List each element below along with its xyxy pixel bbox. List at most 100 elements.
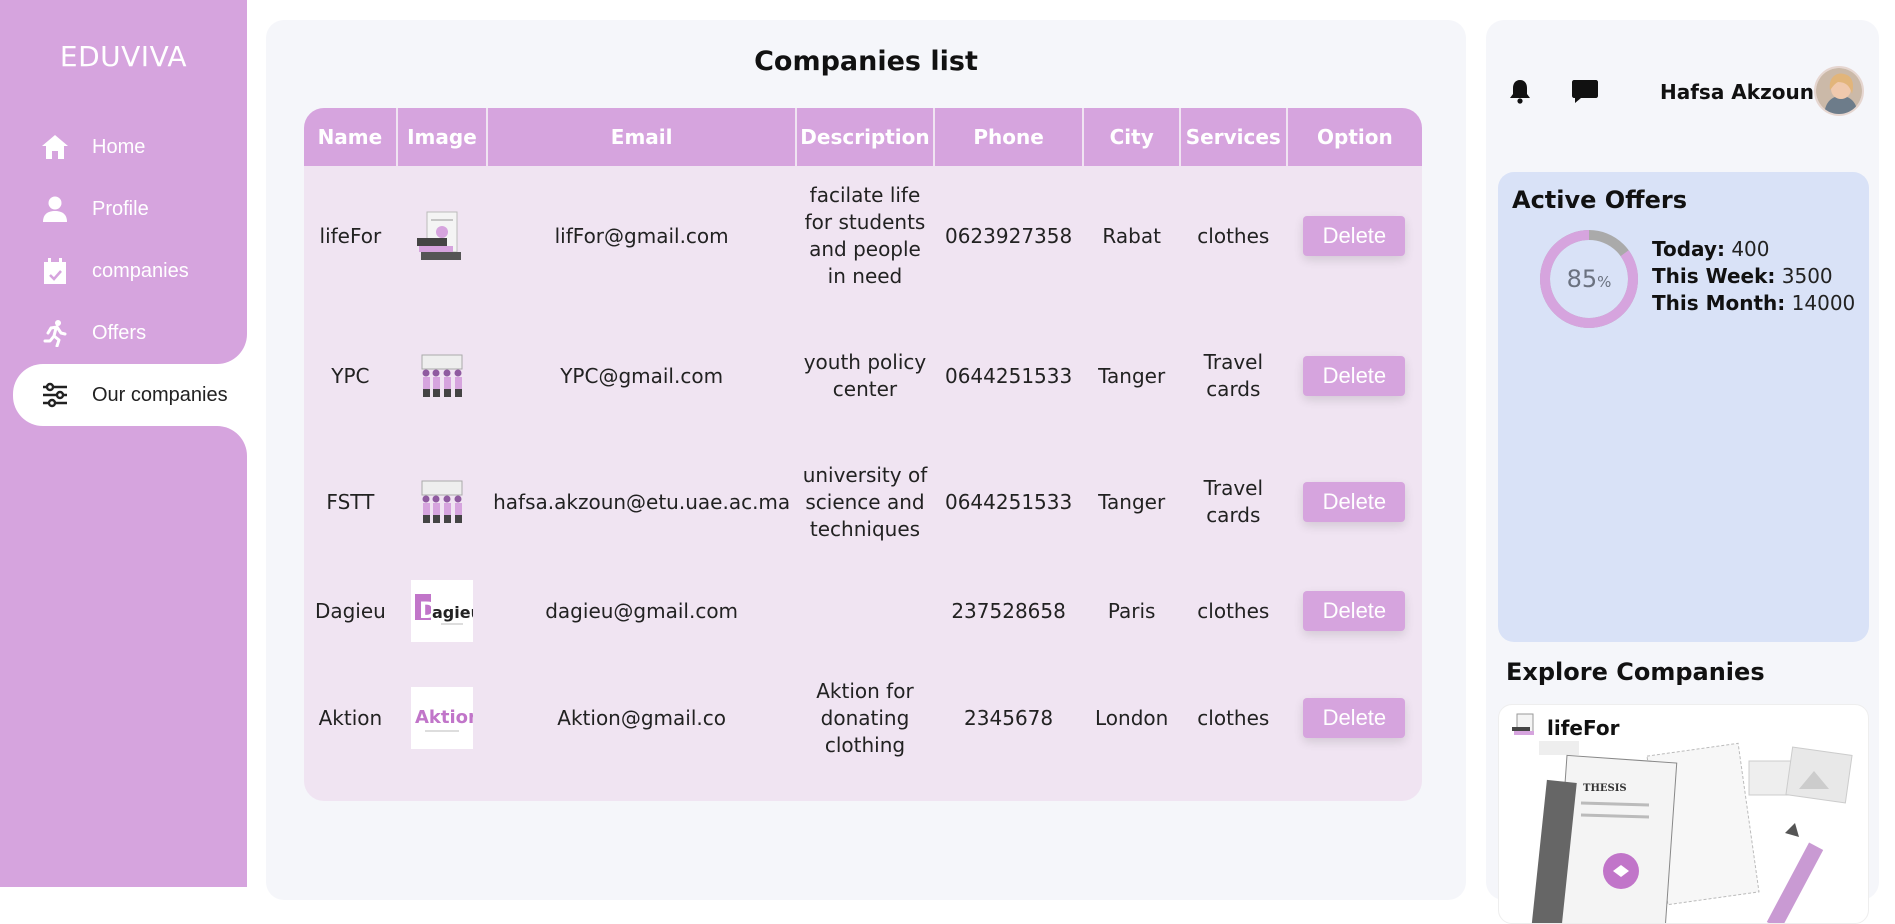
right-panel: Hafsa Akzoun Active Offers 85% Today: 40… [1486, 20, 1879, 924]
company-phone: 2345678 [964, 705, 1054, 730]
company-city: London [1095, 705, 1169, 730]
company-description: youth policy center [803, 350, 927, 401]
company-name: Aktion [318, 705, 383, 730]
sidebar-item-profile[interactable]: Profile [0, 178, 247, 240]
company-phone: 237528658 [951, 598, 1066, 623]
table-row: Aktion Aktion Aktion@gmail.co Aktion for… [304, 664, 1422, 772]
svg-text:Aktion: Aktion [415, 707, 473, 728]
sidebar-item-home[interactable]: Home [0, 116, 247, 178]
stat-today: Today: 400 [1652, 236, 1855, 263]
company-phone: 0644251533 [944, 489, 1073, 514]
column-header[interactable]: Phone [933, 108, 1085, 166]
sidebar-item-label: Profile [92, 197, 149, 220]
company-logo [1511, 713, 1539, 742]
companies-table: Name Image Email Description Phone City … [304, 108, 1422, 801]
explore-title: Explore Companies [1506, 658, 1765, 686]
sliders-icon [40, 380, 70, 410]
offers-stats: Today: 400 This Week: 3500 This Month: 1… [1652, 236, 1855, 317]
chat-icon[interactable] [1571, 78, 1599, 108]
company-description: facilate life for students and people in… [804, 183, 926, 288]
sidebar-item-label: Our companies [92, 383, 228, 406]
stat-value: 3500 [1781, 264, 1833, 288]
column-header[interactable]: Name [304, 108, 398, 166]
bell-icon[interactable] [1508, 78, 1532, 108]
company-city: Tanger [1098, 489, 1166, 514]
company-phone: 0644251533 [944, 363, 1073, 388]
offers-percent-value: 85 [1566, 265, 1598, 293]
column-header[interactable]: Option [1286, 108, 1422, 166]
company-illustration: THESIS [1531, 741, 1853, 923]
sidebar: EDUVIVA Home Profile companies Offers Ou… [0, 0, 247, 887]
delete-button[interactable]: Delete [1303, 698, 1406, 738]
column-header[interactable]: Image [396, 108, 489, 166]
company-services: Travel cards [1203, 476, 1264, 527]
table-row: Dagieu Dagieu dagieu@gmail.com 237528658… [304, 558, 1422, 664]
sidebar-item-offers[interactable]: Offers [0, 302, 247, 364]
company-image [411, 205, 473, 267]
company-name: YPC [331, 363, 370, 388]
company-services: Travel cards [1203, 350, 1264, 401]
delete-button[interactable]: Delete [1303, 216, 1406, 256]
table-header-row: Name Image Email Description Phone City … [304, 108, 1422, 166]
sidebar-item-our-companies[interactable]: Our companies [13, 364, 247, 426]
company-image: Aktion [410, 687, 473, 749]
table-row: lifeFor lifFor@gmail.com facilate life f… [304, 166, 1422, 306]
table-row: FSTT hafsa.akzoun@etu.uae.ac.ma universi… [304, 446, 1422, 558]
user-icon [40, 194, 70, 224]
company-email: hafsa.akzoun@etu.uae.ac.ma [493, 489, 791, 514]
company-phone: 0623927358 [944, 223, 1073, 248]
offers-percent-sign: % [1597, 273, 1612, 291]
home-icon [40, 132, 70, 162]
svg-text:agieu: agieu [432, 603, 473, 622]
delete-button[interactable]: Delete [1303, 482, 1406, 522]
active-offers-card: Active Offers 85% Today: 400 This Week: … [1498, 172, 1869, 642]
main-panel: Companies list Name Image Email Descript… [266, 20, 1466, 900]
company-email: YPC@gmail.com [560, 363, 724, 388]
stat-label: This Week: [1652, 264, 1776, 288]
illustration-text: THESIS [1583, 783, 1627, 794]
company-services: clothes [1197, 223, 1270, 248]
company-city: Rabat [1102, 223, 1161, 248]
sidebar-item-companies[interactable]: companies [0, 240, 247, 302]
table-row: YPC YPC@gmail.com youth policy center 06… [304, 306, 1422, 446]
stat-value: 14000 [1791, 291, 1856, 315]
running-icon [40, 318, 70, 348]
stat-month: This Month: 14000 [1652, 290, 1855, 317]
company-email: dagieu@gmail.com [545, 598, 739, 623]
company-email: Aktion@gmail.co [557, 705, 726, 730]
company-name: Dagieu [314, 598, 386, 623]
column-header[interactable]: Services [1179, 108, 1288, 166]
company-name: FSTT [326, 489, 375, 514]
company-image [411, 471, 473, 533]
card-header: lifeFor [1511, 713, 1619, 742]
company-description: Aktion for donating clothing [816, 678, 914, 757]
brand-logo: EDUVIVA [59, 40, 188, 73]
company-description: university of science and techniques [802, 462, 928, 541]
column-header[interactable]: City [1083, 108, 1181, 166]
column-header[interactable]: Description [796, 108, 935, 166]
delete-button[interactable]: Delete [1303, 591, 1406, 631]
stat-label: This Month: [1652, 291, 1786, 315]
company-email: lifFor@gmail.com [554, 223, 729, 248]
company-city: Tanger [1098, 363, 1166, 388]
calendar-icon [40, 256, 70, 286]
company-name: lifeFor [319, 223, 382, 248]
delete-button[interactable]: Delete [1303, 356, 1406, 396]
company-image [411, 345, 473, 407]
avatar[interactable] [1814, 66, 1864, 116]
stat-week: This Week: 3500 [1652, 263, 1855, 290]
sidebar-item-label: Home [92, 135, 146, 158]
user-name[interactable]: Hafsa Akzoun [1660, 80, 1814, 104]
company-services: clothes [1197, 705, 1270, 730]
column-header[interactable]: Email [487, 108, 798, 166]
sidebar-item-label: Offers [92, 321, 147, 344]
company-city: Paris [1107, 598, 1156, 623]
sidebar-item-label: companies [92, 259, 189, 282]
explore-company-card[interactable]: lifeFor THESIS [1498, 704, 1869, 924]
company-image: Dagieu [410, 580, 473, 642]
stat-value: 400 [1731, 237, 1770, 261]
user-topbar: Hafsa Akzoun [1486, 66, 1879, 116]
card-company-name: lifeFor [1547, 715, 1620, 740]
page-title: Companies list [754, 46, 978, 77]
offers-title: Active Offers [1512, 186, 1688, 214]
